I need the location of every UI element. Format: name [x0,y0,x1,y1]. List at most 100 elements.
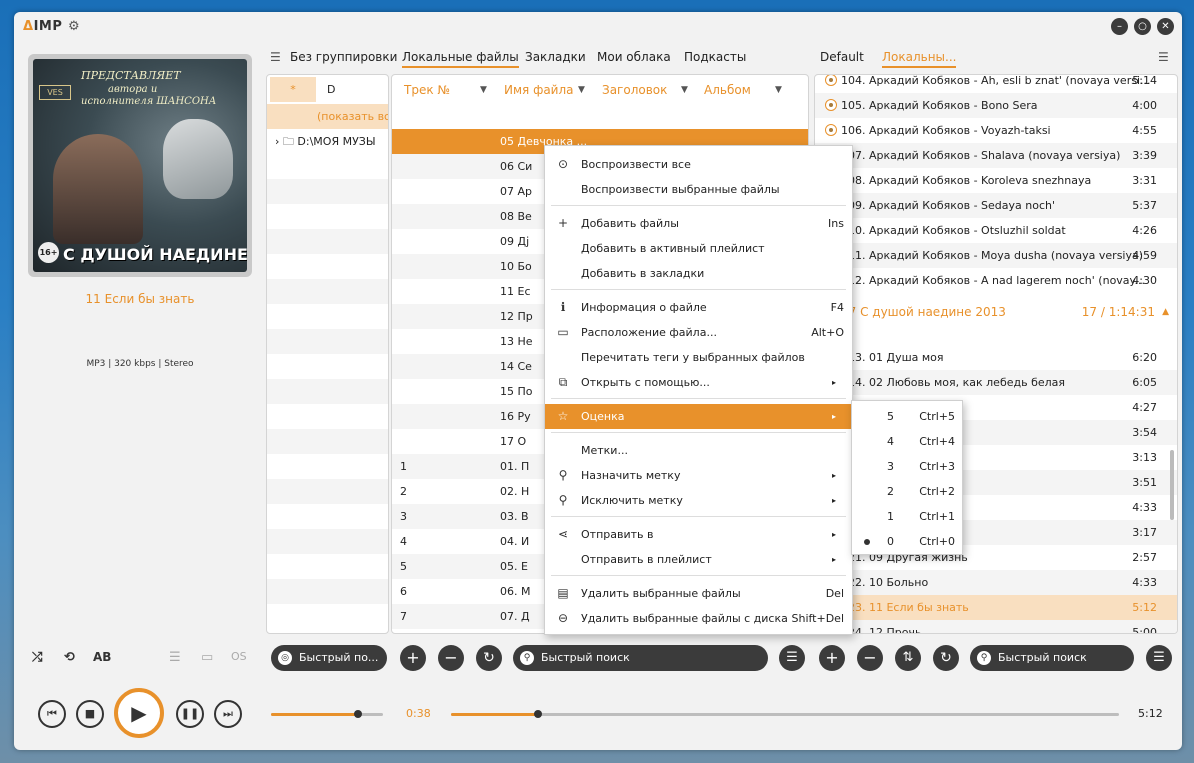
filter-all[interactable]: * [270,77,316,102]
minimize-button[interactable]: – [1111,18,1128,35]
filter-icon[interactable]: ▼ [775,85,782,95]
playlist-row[interactable]: 107. Аркадий Кобяков - Shalava (novaya v… [815,143,1177,168]
rating-item-0[interactable]: 0 Ctrl+0 [852,529,962,554]
playlist-row[interactable]: 112. Аркадий Кобяков - A nad lagerem noc… [815,268,1177,293]
filter-icon[interactable]: ▼ [480,85,487,95]
menu-item-17[interactable]: ⊖ Удалить выбранные файлы с диска Shift+De… [545,606,852,631]
tab-clouds[interactable]: Мои облака [597,50,671,64]
menu-item-6[interactable]: ℹ Информация о файле F4 [545,295,852,320]
menu-item-3[interactable]: + Добавить файлы Ins [545,211,852,236]
chevron-right-icon[interactable]: › [275,135,279,148]
menu-item-4[interactable]: Добавить в активный плейлист [545,236,852,261]
files-menu-button[interactable]: ☰ [779,645,805,671]
rating-item-3[interactable]: 3 Ctrl+3 [852,454,962,479]
menu-item-label: Оценка [581,410,625,423]
rating-item-5[interactable]: 5 Ctrl+5 [852,404,962,429]
playlist-row[interactable]: 108. Аркадий Кобяков - Koroleva snezhnay… [815,168,1177,193]
menu-item-9[interactable]: ⧉ Открыть с помощью... ▸ [545,370,852,395]
add-button[interactable]: + [400,645,426,671]
tab-playlist-local[interactable]: Локальны... [882,50,957,68]
quick-search-playlist[interactable]: ⚲ Быстрый поиск [970,645,1134,671]
playlist-row[interactable]: 122. 10 Больно 4:33 [815,570,1177,595]
playlist-row[interactable]: 109. Аркадий Кобяков - Sedaya noch' 5:37 [815,193,1177,218]
tab-playlist-default[interactable]: Default [820,50,864,64]
folder-tree-item[interactable]: › 🗀 D:\МОЯ МУЗЫ [267,129,388,154]
filter-drive-d[interactable]: D [327,77,367,102]
play-button[interactable]: ▶ [114,688,164,738]
playlist-row[interactable]: 123. 11 Если бы знать 5:12 [815,595,1177,620]
menu-item-12[interactable]: ⚲ Назначить метку ▸ [545,463,852,488]
playlist-row[interactable]: 104. Аркадий Кобяков - Ah, esli b znat' … [815,75,1177,93]
cover-logo: VES [39,85,71,100]
column-track-no[interactable]: Трек № [404,79,450,101]
playlist-row[interactable]: 106. Аркадий Кобяков - Voyazh-taksi 4:55 [815,118,1177,143]
gear-icon[interactable]: ⚙ [68,19,80,34]
chevron-up-icon[interactable]: ▲ [1162,300,1169,325]
comment-icon[interactable]: ▭ [201,650,213,665]
menu-item-8[interactable]: Перечитать теги у выбранных файлов [545,345,852,370]
column-title[interactable]: Заголовок [602,79,667,101]
menu-item-10[interactable]: ☆ Оценка ▸ [545,404,852,429]
playlist-row[interactable]: 110. Аркадий Кобяков - Otsluzhil soldat 4… [815,218,1177,243]
refresh-button[interactable]: ↻ [476,645,502,671]
playlist-menu-icon[interactable]: ☰ [1158,50,1169,64]
playlist-row[interactable]: 105. Аркадий Кобяков - Bono Sera 4:00 [815,93,1177,118]
previous-button[interactable]: ⏮ [38,700,66,728]
playlist-row[interactable]: 124. 12 Прочь 5:00 [815,620,1177,633]
playlist-row[interactable]: 113. 01 Душа моя 6:20 [815,345,1177,370]
playlist-row[interactable]: 114. 02 Любовь моя, как лебедь белая 6:05 [815,370,1177,395]
playlist-row[interactable]: 111. Аркадий Кобяков - Moya dusha (novay… [815,243,1177,268]
playlist-group-header[interactable]: 07 С душой наедине 2013 17 / 1:14:31 ▲ [815,300,1177,325]
menu-item-1[interactable]: ⊙ Воспроизвести все [545,152,852,177]
menu-icon[interactable]: ☰ [270,50,281,64]
filter-icon[interactable]: ▼ [681,85,688,95]
rating-item-1[interactable]: 1 Ctrl+1 [852,504,962,529]
remove-button[interactable]: − [438,645,464,671]
show-all-item[interactable]: (показать всё) [267,104,388,129]
volume-knob[interactable] [354,710,363,718]
menu-item-2[interactable]: Воспроизвести выбранные файлы [545,177,852,202]
playlist-remove-button[interactable]: − [857,645,883,671]
playlist-menu-button[interactable]: ☰ [1146,645,1172,671]
next-button[interactable]: ⏭ [214,700,242,728]
stop-button[interactable]: ■ [76,700,104,728]
track-duration: 4:59 [1132,249,1157,262]
track-title: 109. Аркадий Кобяков - Sedaya noch' [841,199,1056,212]
column-file-name[interactable]: Имя файла [504,79,574,101]
tab-bookmarks[interactable]: Закладки [525,50,586,64]
playlist-scrollbar[interactable] [1170,450,1174,520]
mini-mode-button[interactable]: ○ [1134,18,1151,35]
menu-item-13[interactable]: ⚲ Исключить метку ▸ [545,488,852,513]
ab-repeat-button[interactable]: AB [93,650,111,664]
quick-search-folders[interactable]: ◎ Быстрый по... [271,645,387,671]
menu-item-16[interactable]: ▤ Удалить выбранные файлы Del [545,581,852,606]
shuffle-icon[interactable]: ⤮ [32,650,42,665]
menu-item-shortcut: Alt+O [811,326,844,339]
sort-button[interactable]: ⇅ [895,645,921,671]
seek-knob[interactable] [533,710,542,718]
pause-button[interactable]: ❚❚ [176,700,204,728]
menu-item-11[interactable]: Метки... [545,438,852,463]
rating-item-2[interactable]: 2 Ctrl+2 [852,479,962,504]
tab-local-files[interactable]: Локальные файлы [402,50,519,68]
playlist-add-button[interactable]: + [819,645,845,671]
filter-icon[interactable]: ▼ [578,85,585,95]
rating-item-4[interactable]: 4 Ctrl+4 [852,429,962,454]
repeat-icon[interactable]: ⟲ [64,650,75,665]
menu-item-5[interactable]: Добавить в закладки [545,261,852,286]
menu-item-15[interactable]: Отправить в плейлист ▸ [545,547,852,572]
seek-bar[interactable] [451,710,1119,718]
app-logo[interactable]: ΔIMP [23,19,62,34]
close-button[interactable]: ✕ [1157,18,1174,35]
menu-item-14[interactable]: ⋖ Отправить в ▸ [545,522,852,547]
quick-search-files[interactable]: ⚲ Быстрый поиск [513,645,768,671]
text-icon[interactable]: ☰ [169,650,181,665]
os-button[interactable]: OS [231,650,247,663]
menu-item-7[interactable]: ▭ Расположение файла... Alt+O [545,320,852,345]
tab-podcasts[interactable]: Подкасты [684,50,746,64]
volume-slider[interactable] [271,710,383,718]
tab-no-grouping[interactable]: Без группировки [290,50,397,64]
track-duration: 3:51 [1132,476,1157,489]
playlist-refresh-button[interactable]: ↻ [933,645,959,671]
column-album[interactable]: Альбом [704,79,751,101]
